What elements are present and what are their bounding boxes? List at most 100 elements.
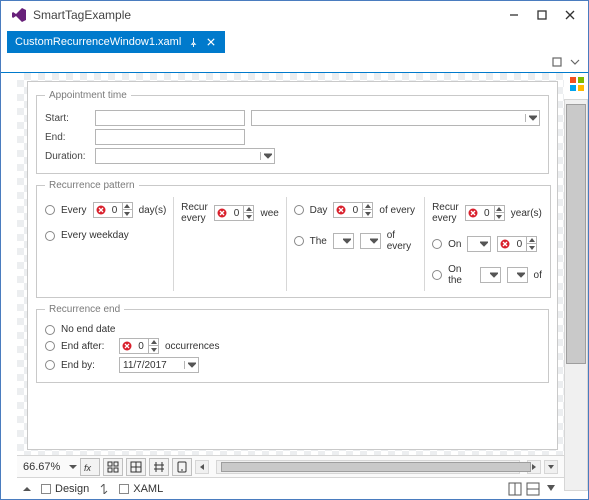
svg-text:fx: fx [84, 463, 92, 473]
group-recurrence-pattern: Recurrence pattern Every 0 [36, 180, 551, 298]
label-occurrences: occurrences [165, 341, 219, 352]
left-gutter [1, 73, 17, 499]
radio-the-nth[interactable] [294, 236, 304, 246]
scroll-down-button[interactable] [544, 460, 558, 474]
num-weeks[interactable]: 0 [214, 205, 254, 221]
chevron-down-icon[interactable] [69, 463, 77, 471]
designer-area: Appointment time Start: End: Duration: [1, 73, 588, 499]
separator [286, 197, 287, 291]
legend-recurrence-end: Recurrence end [45, 304, 124, 315]
device-button[interactable] [172, 458, 192, 476]
label-days: day(s) [139, 205, 167, 216]
combo-nth-y[interactable] [480, 267, 501, 283]
combo-nth[interactable] [333, 233, 354, 249]
end-by-date-value: 11/7/2017 [120, 360, 184, 371]
horizontal-scrollbar[interactable] [216, 460, 520, 474]
close-button[interactable] [556, 4, 584, 26]
chevron-down-icon[interactable] [568, 55, 582, 69]
title-bar: SmartTagExample [1, 1, 588, 29]
radio-on-the[interactable] [432, 270, 442, 280]
recurrence-form: Appointment time Start: End: Duration: [27, 81, 558, 450]
tab-design[interactable]: Design [35, 483, 95, 495]
tab-xaml[interactable]: XAML [113, 483, 169, 495]
spinner-icon[interactable] [148, 339, 158, 353]
spinner-icon[interactable] [243, 206, 253, 220]
num-days[interactable]: 0 [93, 202, 133, 218]
radio-on-date[interactable] [432, 239, 442, 249]
error-icon [94, 205, 108, 215]
label-every-weekday: Every weekday [61, 230, 129, 241]
error-icon [334, 205, 348, 215]
label-years: year(s) [511, 208, 542, 219]
split-horizontal-icon[interactable] [526, 482, 540, 496]
label-start: Start: [45, 113, 89, 124]
scroll-thumb[interactable] [566, 104, 586, 364]
label-every: Every [61, 205, 87, 216]
zoom-level[interactable]: 66.67% [23, 461, 66, 473]
end-date-input[interactable] [95, 129, 245, 145]
maximize-button[interactable] [528, 4, 556, 26]
effects-toggle-icon[interactable] [550, 55, 564, 69]
minimize-button[interactable] [500, 4, 528, 26]
right-gutter [564, 73, 588, 499]
tab-design-label: Design [55, 483, 89, 495]
radio-end-by[interactable] [45, 360, 55, 370]
end-by-date-combo[interactable]: 11/7/2017 [119, 357, 199, 373]
vertical-scrollbar[interactable] [564, 99, 588, 491]
num-occurrences[interactable]: 0 [119, 338, 159, 354]
pin-icon[interactable] [187, 36, 199, 48]
collapse-pane-icon[interactable] [544, 482, 558, 496]
fx-button[interactable]: fx [80, 458, 100, 476]
spinner-icon[interactable] [494, 206, 504, 220]
spinner-icon[interactable] [122, 203, 132, 217]
expand-pane-icon[interactable] [23, 485, 31, 493]
snaplines-button[interactable] [149, 458, 169, 476]
duration-combo[interactable] [95, 148, 275, 164]
microsoft-logo-icon [566, 73, 588, 95]
snap-button[interactable] [126, 458, 146, 476]
document-tab-row: CustomRecurrenceWindow1.xaml [1, 29, 588, 53]
label-of-every-1: of every [379, 205, 415, 216]
radio-end-after[interactable] [45, 341, 55, 351]
combo-month[interactable] [467, 236, 491, 252]
label-the: The [310, 236, 327, 247]
chevron-down-icon [260, 152, 274, 160]
label-on: On [448, 239, 461, 250]
label-duration: Duration: [45, 151, 89, 162]
combo-weekday[interactable] [360, 233, 381, 249]
num-day-of-month[interactable]: 0 [333, 202, 373, 218]
combo-weekday-y[interactable] [507, 267, 528, 283]
error-icon [498, 239, 512, 249]
radio-every-n-days[interactable] [45, 205, 55, 215]
design-canvas[interactable]: Appointment time Start: End: Duration: [17, 73, 564, 455]
tab-close-icon[interactable] [205, 36, 217, 48]
split-vertical-icon[interactable] [508, 482, 522, 496]
pattern-monthly-col: Day 0 of every [294, 197, 418, 291]
radio-no-end[interactable] [45, 325, 55, 335]
spinner-icon[interactable] [526, 237, 536, 251]
pattern-daily-col: Every 0 day(s) [45, 197, 166, 291]
start-date-input[interactable] [95, 110, 245, 126]
num-on-day-value: 0 [512, 239, 526, 250]
chevron-down-icon [525, 114, 539, 122]
pattern-weekly-col: Recur every 0 wee [181, 197, 279, 291]
label-of-every-2: of every [387, 230, 418, 252]
label-end: End: [45, 132, 89, 143]
error-icon [215, 208, 229, 218]
chevron-down-icon [184, 361, 198, 369]
radio-every-weekday[interactable] [45, 231, 55, 241]
document-tab-label: CustomRecurrenceWindow1.xaml [15, 36, 181, 48]
start-time-combo[interactable] [251, 110, 540, 126]
num-on-day[interactable]: 0 [497, 236, 537, 252]
num-years[interactable]: 0 [465, 205, 505, 221]
ide-window: SmartTagExample CustomRecurrenceWindow1.… [0, 0, 589, 500]
scroll-left-button[interactable] [195, 460, 209, 474]
view-switcher: Design XAML [17, 477, 564, 499]
swap-panes-icon[interactable] [99, 484, 109, 494]
spinner-icon[interactable] [362, 203, 372, 217]
document-tab[interactable]: CustomRecurrenceWindow1.xaml [7, 31, 225, 53]
radio-day-n[interactable] [294, 205, 304, 215]
grid-button[interactable] [103, 458, 123, 476]
num-dom-value: 0 [348, 205, 362, 216]
scroll-thumb[interactable] [221, 462, 531, 472]
